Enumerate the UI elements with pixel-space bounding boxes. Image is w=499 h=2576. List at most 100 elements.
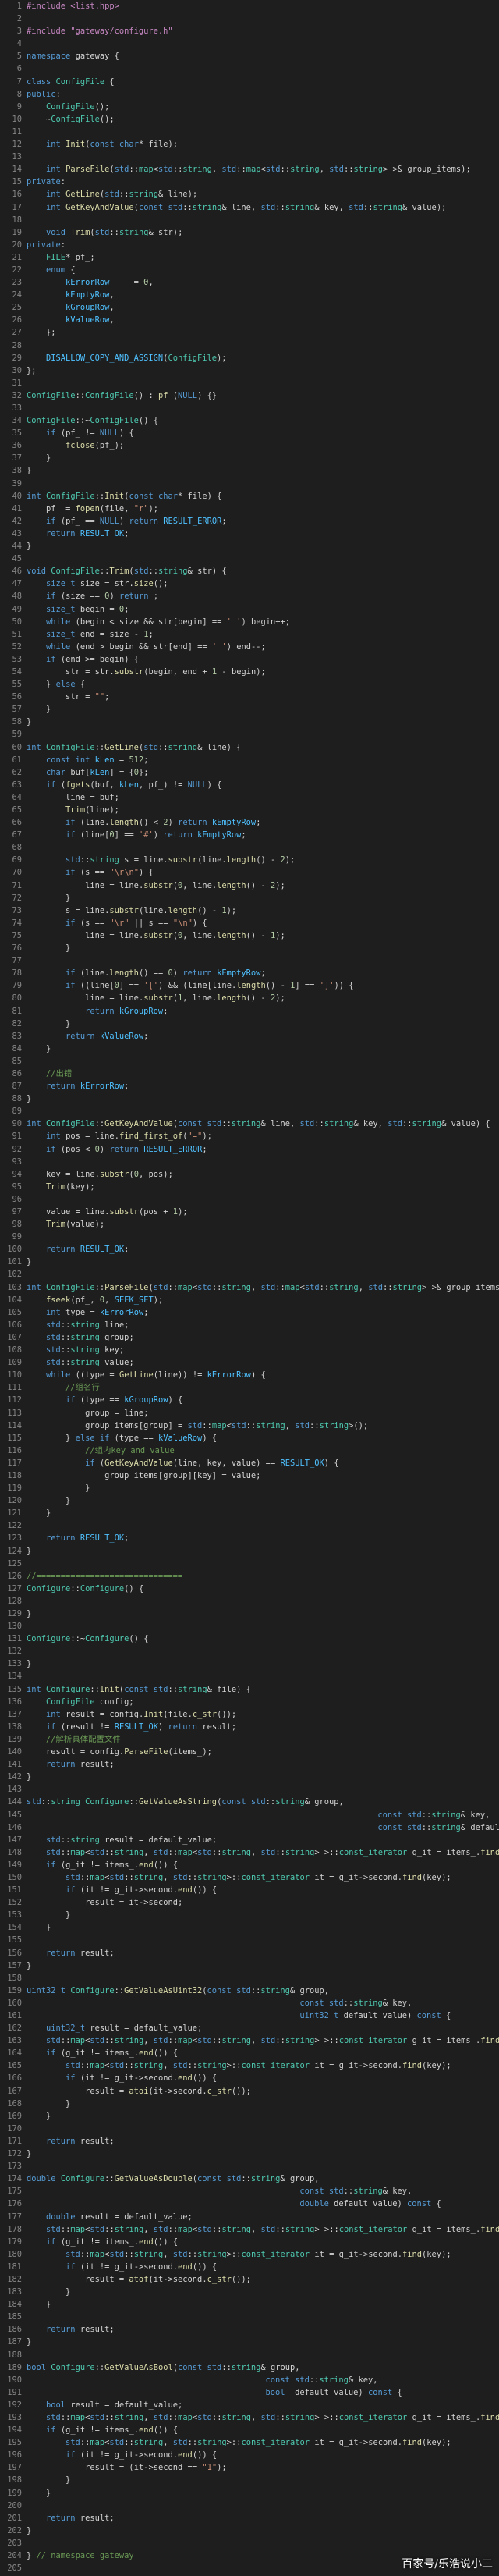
code-text: if (line[0] == '#') return kEmptyRow; <box>65 830 246 840</box>
line-number: 4 <box>16 39 22 49</box>
code-text: std::map<std::string, std::string>::cons… <box>65 2438 451 2448</box>
code-text: bool Configure::GetValueAsBool(const std… <box>27 2362 300 2372</box>
code-line: 119 } <box>0 1482 499 1494</box>
code-line: 188 <box>0 2349 499 2361</box>
code-line: 203 <box>0 2537 499 2549</box>
code-text: if (GetKeyAndValue(line, key, value) == … <box>85 1458 339 1468</box>
code-line: 130 <box>0 1620 499 1633</box>
line-number: 64 <box>12 792 22 802</box>
line-number: 38 <box>12 466 22 476</box>
code-text: return kValueRow; <box>65 1031 149 1041</box>
line-number: 33 <box>12 403 22 413</box>
code-text: s = line.substr(line.length() - 1); <box>65 905 237 915</box>
code-line: 67 if (line[0] == '#') return kEmptyRow; <box>0 829 499 841</box>
code-text: if (s == "\r" || s == "\n") { <box>65 918 207 928</box>
code-text: pf_ = fopen(file, "r"); <box>46 503 159 513</box>
line-number: 11 <box>12 126 22 137</box>
line-number: 28 <box>12 340 22 350</box>
code-text: str = str.substr(begin, end + 1 - begin)… <box>65 666 266 677</box>
code-text: if (it != g_it->second.end()) { <box>65 2073 218 2084</box>
code-line: 66 if (line.length() < 2) return kEmptyR… <box>0 816 499 829</box>
code-text: } <box>27 542 32 552</box>
code-line: 202} <box>0 2524 499 2537</box>
line-number: 88 <box>12 1094 22 1104</box>
line-number: 109 <box>7 1358 22 1368</box>
code-line: 39 <box>0 478 499 490</box>
code-line: 54 str = str.substr(begin, end + 1 - beg… <box>0 666 499 678</box>
code-text: if (g_it != items_.end()) { <box>46 2237 179 2247</box>
line-number: 119 <box>7 1483 22 1494</box>
line-number: 163 <box>7 2036 22 2046</box>
code-text: uint32_t default_value) const { <box>299 2011 451 2020</box>
line-number: 112 <box>7 1395 22 1405</box>
line-number: 70 <box>12 868 22 878</box>
line-number: 140 <box>7 1747 22 1757</box>
code-text: if (line.length() == 0) return kEmptyRow… <box>65 968 266 979</box>
code-line: 36 fclose(pf_); <box>0 439 499 452</box>
code-line: 112 if (type == kGroupRow) { <box>0 1394 499 1406</box>
code-text: } <box>46 2300 51 2310</box>
line-number: 198 <box>7 2475 22 2485</box>
code-line: 198 } <box>0 2474 499 2486</box>
line-number: 97 <box>12 1207 22 1217</box>
code-text: std::map<std::string, std::map<std::stri… <box>46 2413 499 2422</box>
line-number: 74 <box>12 918 22 928</box>
line-number: 113 <box>7 1408 22 1418</box>
line-number: 5 <box>16 52 22 62</box>
code-text: }; <box>46 328 56 338</box>
code-line: 108 std::string key; <box>0 1344 499 1356</box>
code-line: 191 bool default_value) const { <box>0 2386 499 2399</box>
code-line: 90 int ConfigFile::GetKeyAndValue(const s… <box>0 1117 499 1130</box>
code-line: 99 <box>0 1231 499 1243</box>
line-number: 43 <box>12 528 22 538</box>
code-text: int ParseFile(std::map<std::string, std:… <box>46 165 471 175</box>
line-number: 171 <box>7 2136 22 2146</box>
code-text: if (pf_ == NULL) return RESULT_ERROR; <box>46 516 227 526</box>
code-line: 13 <box>0 151 499 163</box>
code-text: if (pos < 0) return RESULT_ERROR; <box>46 1144 207 1154</box>
code-line: 128 <box>0 1595 499 1608</box>
code-line: 146 const std::string& default_value) co… <box>0 1821 499 1834</box>
code-text: //============================== <box>27 1571 183 1581</box>
code-line: 187} <box>0 2336 499 2348</box>
code-text: uint32_t result = default_value; <box>46 2023 203 2034</box>
code-line: 116 //组内key and value <box>0 1444 499 1457</box>
code-text: std::map<std::string, std::map<std::stri… <box>46 1847 499 1857</box>
code-line: 141 return result; <box>0 1758 499 1771</box>
code-text: } <box>27 466 32 476</box>
code-text: double result = default_value; <box>46 2212 193 2222</box>
line-number: 187 <box>7 2337 22 2347</box>
code-line: 140 result = config.ParseFile(items_); <box>0 1746 499 1758</box>
line-number: 174 <box>7 2174 22 2184</box>
code-text: } <box>65 2098 71 2109</box>
code-line: 37 } <box>0 452 499 464</box>
code-line: 65 Trim(line); <box>0 804 499 816</box>
line-number: 149 <box>7 1860 22 1870</box>
code-text: enum { <box>46 265 76 275</box>
code-text: line = line.substr(1, line.length() - 2)… <box>85 993 285 1004</box>
line-number: 7 <box>16 76 22 87</box>
code-line: 97 value = line.substr(pos + 1); <box>0 1206 499 1218</box>
code-text: int type = kErrorRow; <box>46 1307 149 1317</box>
line-number: 1 <box>16 2 22 11</box>
code-text: ConfigFile::~ConfigFile() { <box>27 416 158 426</box>
line-number: 118 <box>7 1470 22 1480</box>
code-line: 152 result = it->second; <box>0 1896 499 1909</box>
code-line: 120 } <box>0 1494 499 1507</box>
code-text: return result; <box>46 2325 115 2335</box>
line-number: 23 <box>12 278 22 288</box>
line-number: 68 <box>12 843 22 853</box>
code-line: 48 if (size == 0) return ; <box>0 590 499 602</box>
code-line: 158 <box>0 1972 499 1984</box>
line-number: 121 <box>7 1508 22 1519</box>
code-line: 131 Configure::~Configure() { <box>0 1633 499 1645</box>
code-line: 180 std::map<std::string, std::string>::… <box>0 2248 499 2261</box>
code-text: result = (it->second == "1"); <box>85 2463 227 2473</box>
line-number: 55 <box>12 680 22 690</box>
code-text: return RESULT_OK; <box>46 1245 129 1255</box>
code-line: 95 Trim(key); <box>0 1181 499 1193</box>
